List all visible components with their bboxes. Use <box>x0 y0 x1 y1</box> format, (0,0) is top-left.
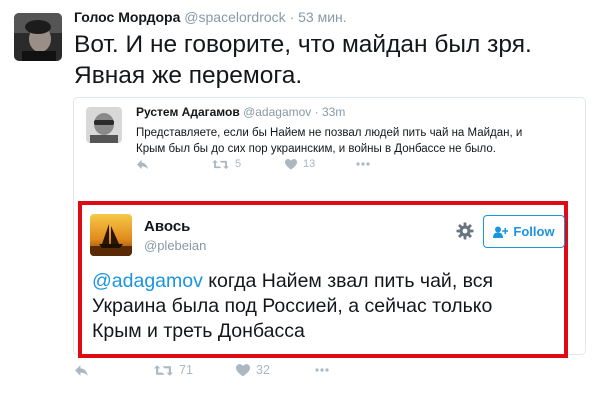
quoted-text-line: Представляете, если бы Найем не позвал л… <box>136 127 523 139</box>
heart-icon <box>236 363 250 376</box>
highlighted-reply-card[interactable]: Авось @plebeian Follow @adagamov когда Н… <box>78 201 568 358</box>
tweet-header: Голос Мордора @spacelordrock · 53 мин. <box>74 9 347 25</box>
quoted-timestamp[interactable]: 33m <box>322 105 345 119</box>
quoted-author-name[interactable]: Рустем Адагамов <box>136 105 240 119</box>
author-handle[interactable]: @spacelordrock <box>184 9 285 25</box>
reply-icon <box>137 159 148 169</box>
more-button[interactable] <box>356 162 370 166</box>
timestamp[interactable]: 53 мин. <box>298 9 347 25</box>
reply-button[interactable] <box>74 364 89 377</box>
retweet-icon <box>154 364 173 376</box>
gear-icon[interactable] <box>456 222 474 240</box>
reply-author-name[interactable]: Авось <box>144 218 190 235</box>
quoted-header: Рустем Адагамов @adagamov · 33m <box>136 105 345 119</box>
reply-icon <box>75 364 88 376</box>
reply-text: @adagamov когда Найем звал пить чай, вся… <box>92 269 562 344</box>
mention-link[interactable]: @adagamov <box>92 270 203 292</box>
reply-text-line: Крым и треть Донбасса <box>92 320 305 342</box>
time-separator: · <box>289 9 295 25</box>
reply-avatar[interactable] <box>90 214 132 256</box>
retweet-count: 71 <box>179 363 193 377</box>
follow-button[interactable]: Follow <box>483 215 565 248</box>
like-button[interactable]: 13 <box>285 158 315 170</box>
quoted-text: Представляете, если бы Найем не позвал л… <box>136 125 576 157</box>
reply-text-line: @adagamov когда Найем звал пить чай, вся <box>92 269 562 294</box>
add-user-icon <box>493 226 509 238</box>
like-count: 32 <box>256 363 270 377</box>
retweet-count: 5 <box>235 158 242 170</box>
tweet-text: Вот. И не говорите, что майдан был зря. … <box>74 29 594 91</box>
reply-text-fragment: когда Найем звал пить чай, вся <box>202 270 494 292</box>
author-name[interactable]: Голос Мордора <box>74 9 180 25</box>
more-icon <box>315 368 329 372</box>
retweet-button[interactable]: 5 <box>212 158 241 170</box>
avatar[interactable] <box>14 13 62 61</box>
reply-text-line: Украина была под Россией, а сейчас тольк… <box>92 295 493 317</box>
retweet-button[interactable]: 71 <box>154 363 193 377</box>
quoted-text-line: Крым был бы до сих пор украинским, и вой… <box>136 143 496 155</box>
more-button[interactable] <box>314 368 330 372</box>
retweet-icon <box>212 159 229 169</box>
like-button[interactable]: 32 <box>236 363 270 377</box>
heart-icon <box>285 158 297 169</box>
quoted-author-handle[interactable]: @adagamov <box>243 105 311 119</box>
reply-author-handle[interactable]: @plebeian <box>144 238 206 253</box>
tweet-text-line: Вот. И не говорите, что майдан был зря. <box>74 31 532 58</box>
quoted-avatar[interactable] <box>86 107 122 143</box>
follow-label: Follow <box>513 224 555 239</box>
like-count: 13 <box>303 158 316 170</box>
time-separator: · <box>314 105 319 119</box>
more-icon <box>356 162 370 166</box>
tweet-text-line: Явная же перемога. <box>74 62 303 89</box>
reply-button[interactable] <box>136 159 149 170</box>
